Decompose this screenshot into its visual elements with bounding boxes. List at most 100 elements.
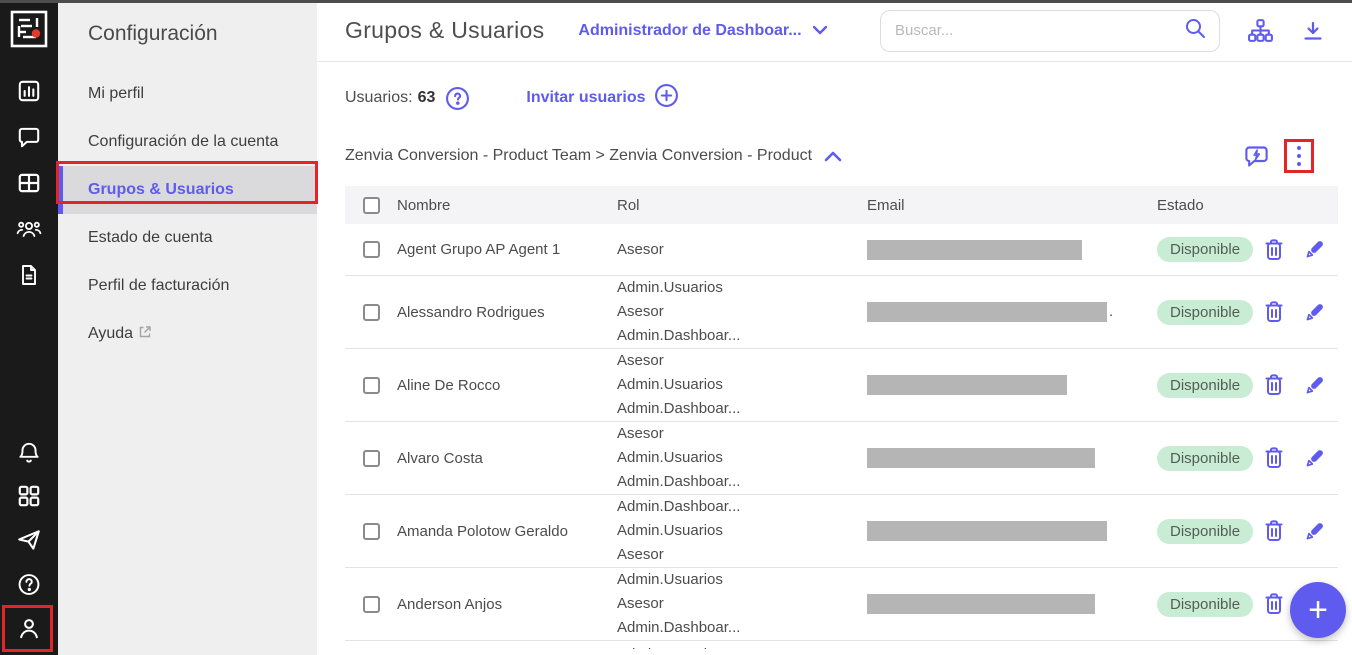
table-row: Aline De Rocco Asesor Admin.Usuarios Admin.… (345, 349, 1338, 422)
plus-circle-icon (654, 83, 679, 113)
status-badge: Disponible (1157, 372, 1254, 398)
sidebar-item-perfil-facturacion[interactable]: Perfil de facturación (58, 262, 317, 310)
trash-icon[interactable] (1262, 445, 1286, 471)
invite-users-button[interactable]: Invitar usuarios (526, 83, 678, 113)
pencil-icon[interactable] (1302, 300, 1327, 325)
row-checkbox[interactable] (362, 376, 380, 394)
bar-chart-icon[interactable] (16, 78, 42, 104)
page-header: Grupos & Usuarios Administrador de Dashb… (317, 0, 1352, 62)
question-circle-icon[interactable] (445, 86, 470, 111)
user-name: Alessandro Rodrigues (397, 303, 545, 321)
users-count: 63 (417, 89, 436, 106)
column-header-email: Email (867, 196, 905, 214)
chat-icon[interactable] (16, 124, 42, 150)
table-row: Alessandro Rodrigues Admin.Usuarios Asesor… (345, 276, 1338, 349)
user-name: Alvaro Costa (397, 449, 483, 467)
users-label: Usuarios: (345, 89, 413, 106)
table-row-partial: Admin.Usuarios (345, 641, 1338, 649)
content-area: Usuarios: 63 Invitar usuarios Zenvia Con… (317, 62, 1352, 649)
search-box (880, 9, 1220, 52)
users-summary: Usuarios: 63 Invitar usuarios (345, 83, 1338, 113)
search-icon[interactable] (1183, 16, 1207, 45)
external-link-icon (139, 325, 151, 343)
user-email-redacted (867, 594, 1157, 614)
column-header-estado: Estado (1157, 196, 1204, 214)
apps-icon[interactable] (16, 483, 42, 509)
user-email-redacted: . (867, 302, 1157, 322)
user-email-redacted (867, 448, 1157, 468)
select-all-checkbox[interactable] (362, 196, 380, 214)
row-checkbox[interactable] (362, 303, 380, 321)
zenvia-logo[interactable] (10, 10, 48, 48)
settings-sidebar: Configuración Mi perfil Configuración de… (58, 0, 317, 655)
sidebar-item-ayuda[interactable]: Ayuda (58, 310, 317, 358)
chevron-down-icon (812, 22, 828, 40)
breadcrumb[interactable]: Zenvia Conversion - Product Team > Zenvi… (345, 147, 842, 165)
download-icon[interactable] (1301, 19, 1325, 43)
main-area: Grupos & Usuarios Administrador de Dashb… (317, 0, 1352, 655)
org-chart-icon[interactable] (1247, 18, 1274, 43)
user-roles: Asesor Admin.Usuarios Admin.Dashboar... (617, 425, 741, 490)
table-row: Agent Grupo AP Agent 1 Asesor Disponible (345, 224, 1338, 276)
pencil-icon[interactable] (1302, 373, 1327, 398)
table-row: Anderson Anjos Admin.Usuarios Asesor Admin.… (345, 568, 1338, 641)
sidebar-item-configuracion-cuenta[interactable]: Configuración de la cuenta (58, 118, 317, 166)
bell-icon[interactable] (16, 439, 42, 465)
grid-icon[interactable] (16, 170, 42, 196)
role-dropdown[interactable]: Administrador de Dashboar... (578, 22, 827, 40)
status-badge: Disponible (1157, 299, 1254, 325)
group-breadcrumb-row: Zenvia Conversion - Product Team > Zenvi… (345, 139, 1338, 173)
row-checkbox[interactable] (362, 449, 380, 467)
sidebar-item-mi-perfil[interactable]: Mi perfil (58, 70, 317, 118)
user-name: Agent Grupo AP Agent 1 (397, 241, 561, 258)
user-roles: Admin.Usuarios Asesor Admin.Dashboar... (617, 279, 741, 344)
user-name: Aline De Rocco (397, 376, 501, 394)
user-name: Anderson Anjos (397, 595, 503, 613)
app-rail (0, 0, 58, 655)
user-roles: Admin.Usuarios Asesor Admin.Dashboar... (617, 571, 741, 636)
trash-icon[interactable] (1262, 237, 1286, 263)
user-email-redacted (867, 521, 1157, 541)
user-name: Amanda Polotow Geraldo (397, 522, 568, 540)
row-checkbox[interactable] (362, 241, 380, 258)
users-icon[interactable] (16, 216, 42, 242)
user-roles: Admin.Dashboar... Admin.Usuarios Asesor (617, 498, 741, 563)
user-roles: Asesor (617, 240, 664, 258)
user-email-redacted (867, 239, 1157, 260)
table-header: Nombre Rol Email Estado (345, 186, 1338, 224)
document-icon[interactable] (16, 262, 42, 288)
sidebar-item-grupos-usuarios[interactable]: Grupos & Usuarios (58, 166, 317, 214)
pencil-icon[interactable] (1302, 237, 1327, 262)
status-badge: Disponible (1157, 518, 1254, 544)
sidebar-title: Configuración (88, 22, 218, 45)
annotation-box-kebab (1284, 139, 1314, 173)
trash-icon[interactable] (1262, 591, 1286, 617)
users-table: Nombre Rol Email Estado Agent Grupo AP A… (345, 186, 1338, 649)
column-header-nombre: Nombre (397, 196, 451, 214)
user-roles: Asesor Admin.Usuarios Admin.Dashboar... (617, 352, 741, 417)
profile-icon[interactable] (16, 615, 42, 641)
row-checkbox[interactable] (362, 595, 380, 613)
window-top-border (0, 0, 1352, 3)
trash-icon[interactable] (1262, 299, 1286, 325)
table-row: Amanda Polotow Geraldo Admin.Dashboar... A… (345, 495, 1338, 568)
chevron-up-icon[interactable] (824, 151, 842, 162)
search-input[interactable] (895, 22, 1183, 39)
status-badge: Disponible (1157, 237, 1254, 262)
pencil-icon[interactable] (1302, 519, 1327, 544)
add-user-fab[interactable]: + (1290, 582, 1346, 638)
chat-lightning-icon[interactable] (1243, 143, 1270, 170)
send-icon[interactable] (16, 527, 42, 553)
table-row: Alvaro Costa Asesor Admin.Usuarios Admin.Da… (345, 422, 1338, 495)
trash-icon[interactable] (1262, 518, 1286, 544)
help-icon[interactable] (16, 571, 42, 597)
status-badge: Disponible (1157, 591, 1254, 617)
row-checkbox[interactable] (362, 522, 380, 540)
kebab-menu-icon[interactable] (1295, 145, 1303, 167)
user-email-redacted (867, 375, 1157, 395)
status-badge: Disponible (1157, 445, 1254, 471)
sidebar-item-estado-cuenta[interactable]: Estado de cuenta (58, 214, 317, 262)
page-title: Grupos & Usuarios (345, 17, 545, 43)
pencil-icon[interactable] (1302, 446, 1327, 471)
trash-icon[interactable] (1262, 372, 1286, 398)
